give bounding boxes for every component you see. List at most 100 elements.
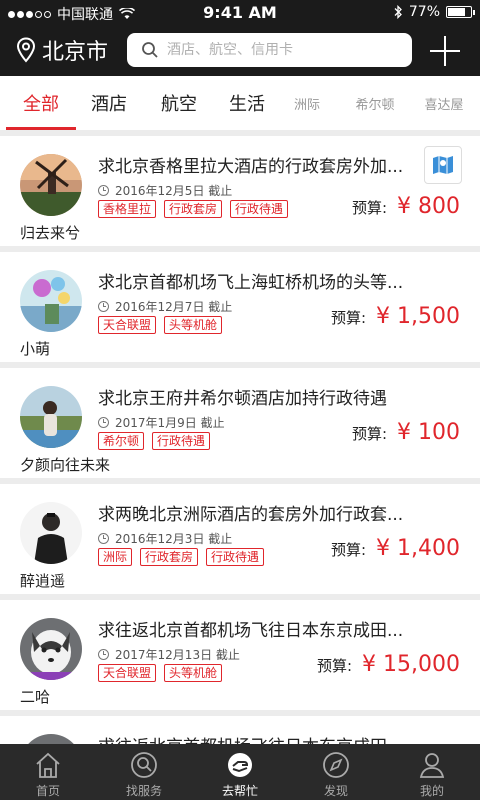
deadline: 2016年12月5日 截止 (98, 182, 232, 199)
tag[interactable]: 头等机舱 (164, 316, 223, 334)
budget: 预算: ¥ 800 (352, 194, 460, 219)
app-screen: 中国联通 9:41 AM 77% 北京市 酒店、航空、信用卡 全部 酒店 航空 … (0, 0, 480, 800)
request-card[interactable]: 小萌 求北京首都机场飞上海虹桥机场的头等... 2016年12月7日 截止 天合… (0, 252, 480, 362)
budget-price: ¥ 1,400 (376, 536, 460, 561)
tag[interactable]: 行政待遇 (206, 548, 265, 566)
deadline-text: 2016年12月7日 截止 (115, 300, 233, 314)
avatar[interactable] (20, 386, 82, 448)
tab-starwood[interactable]: 喜达屋 (408, 76, 480, 130)
clock-icon (98, 185, 109, 196)
deadline-text: 2016年12月3日 截止 (115, 532, 233, 546)
clock-icon (98, 649, 109, 660)
tabbar-home[interactable]: 首页 (0, 744, 96, 800)
avatar[interactable] (20, 618, 82, 680)
request-card[interactable]: 求往返北京首都机场飞往日本东京成田 (0, 716, 480, 744)
deadline-text: 2016年12月5日 截止 (115, 184, 233, 198)
avatar[interactable] (20, 270, 82, 332)
search-box[interactable] (127, 33, 412, 67)
clock-icon (98, 417, 109, 428)
tab-hilton[interactable]: 希尔顿 (342, 76, 408, 130)
user-name: 夕颜向往未来 (20, 456, 111, 474)
tag[interactable]: 行政待遇 (230, 200, 289, 218)
tabbar-discover-label: 发现 (323, 784, 348, 798)
tag-list: 天合联盟 头等机舱 (98, 316, 223, 334)
tab-hotel[interactable]: 酒店 (82, 76, 136, 130)
request-card[interactable]: 醉逍遥 求两晚北京洲际酒店的套房外加行政套... 2016年12月3日 截止 洲… (0, 484, 480, 594)
tab-intercontinental[interactable]: 洲际 (272, 76, 342, 130)
avatar[interactable] (20, 154, 82, 216)
tag-list: 希尔顿 行政待遇 (98, 432, 211, 450)
status-bar: 中国联通 9:41 AM 77% (0, 0, 480, 26)
tab-starwood-label: 喜达屋 (424, 97, 464, 113)
tag-list: 香格里拉 行政套房 行政待遇 (98, 200, 289, 218)
user-name: 小萌 (20, 340, 51, 358)
deadline: 2017年12月13日 截止 (98, 646, 240, 663)
budget-label: 预算: (316, 657, 353, 675)
nav-bar: 北京市 (0, 26, 480, 76)
bluetooth-icon (394, 5, 402, 19)
avatar[interactable] (20, 734, 82, 744)
tag[interactable]: 头等机舱 (164, 664, 223, 682)
clock-icon (98, 533, 109, 544)
battery-percent: 77% (408, 4, 440, 20)
tabbar-mine[interactable]: 我的 (384, 744, 480, 800)
tab-hotel-label: 酒店 (91, 94, 127, 115)
status-right: 77% (393, 4, 475, 20)
deadline: 2017年1月9日 截止 (98, 414, 225, 431)
budget-price: ¥ 800 (397, 194, 460, 219)
tab-all-label: 全部 (23, 94, 59, 115)
deadline: 2016年12月7日 截止 (98, 298, 232, 315)
request-title: 求北京王府井希尔顿酒店加持行政待遇 (98, 389, 387, 409)
search-service-icon (131, 752, 157, 778)
tag-list: 洲际 行政套房 行政待遇 (98, 548, 265, 566)
tag[interactable]: 香格里拉 (98, 200, 157, 218)
tab-all[interactable]: 全部 (0, 76, 82, 130)
request-title: 求往返北京首都机场飞往日本东京成田 (98, 732, 420, 744)
map-button[interactable] (424, 146, 462, 184)
tag[interactable]: 行政套房 (164, 200, 223, 218)
user-name: 二哈 (20, 688, 51, 706)
tabbar-home-label: 首页 (35, 784, 60, 798)
tag[interactable]: 天合联盟 (98, 664, 157, 682)
battery-icon (446, 6, 475, 18)
request-card[interactable]: 归去来兮 求北京香格里拉大酒店的行政套房外加... 2016年12月5日 截止 … (0, 136, 480, 246)
add-button[interactable] (430, 36, 460, 66)
budget: 预算: ¥ 100 (352, 420, 460, 445)
tabbar-help-label: 去帮忙 (221, 784, 258, 798)
request-card[interactable]: 夕颜向往未来 求北京王府井希尔顿酒店加持行政待遇 2017年1月9日 截止 希尔… (0, 368, 480, 478)
tabbar-help[interactable]: 去帮忙 (192, 744, 288, 800)
tag[interactable]: 洲际 (98, 548, 133, 566)
tab-life-label: 生活 (229, 94, 265, 115)
tag[interactable]: 行政待遇 (152, 432, 211, 450)
request-card[interactable]: 二哈 求往返北京首都机场飞往日本东京成田... 2017年12月13日 截止 天… (0, 600, 480, 710)
tab-hilton-label: 希尔顿 (355, 97, 395, 113)
clock-icon (98, 301, 109, 312)
tab-intercontinental-label: 洲际 (293, 97, 320, 113)
budget-label: 预算: (351, 425, 388, 443)
tag[interactable]: 希尔顿 (98, 432, 145, 450)
budget-price: ¥ 15,000 (362, 652, 460, 677)
tabbar-find-service-label: 找服务 (125, 784, 162, 798)
avatar[interactable] (20, 502, 82, 564)
request-title: 求两晚北京洲际酒店的套房外加行政套... (98, 505, 404, 525)
tag[interactable]: 天合联盟 (98, 316, 157, 334)
compass-icon (323, 752, 349, 778)
bottom-tab-bar: 首页 找服务 去帮忙 发现 我的 (0, 744, 480, 800)
tabbar-mine-label: 我的 (419, 784, 444, 798)
request-list[interactable]: 归去来兮 求北京香格里拉大酒店的行政套房外加... 2016年12月5日 截止 … (0, 130, 480, 744)
city-selector[interactable]: 北京市 (16, 34, 108, 66)
budget-label: 预算: (351, 199, 388, 217)
request-title: 求北京香格里拉大酒店的行政套房外加... (98, 157, 404, 177)
tabbar-find-service[interactable]: 找服务 (96, 744, 192, 800)
budget: 预算: ¥ 1,500 (331, 304, 460, 329)
tab-airline[interactable]: 航空 (136, 76, 222, 130)
tag[interactable]: 行政套房 (140, 548, 199, 566)
budget-label: 预算: (330, 541, 367, 559)
user-name: 归去来兮 (20, 224, 81, 242)
budget-label: 预算: (330, 309, 367, 327)
search-input[interactable] (167, 42, 387, 58)
budget-price: ¥ 100 (397, 420, 460, 445)
request-title: 求北京首都机场飞上海虹桥机场的头等... (98, 273, 404, 293)
tab-life[interactable]: 生活 (222, 76, 272, 130)
tabbar-discover[interactable]: 发现 (288, 744, 384, 800)
